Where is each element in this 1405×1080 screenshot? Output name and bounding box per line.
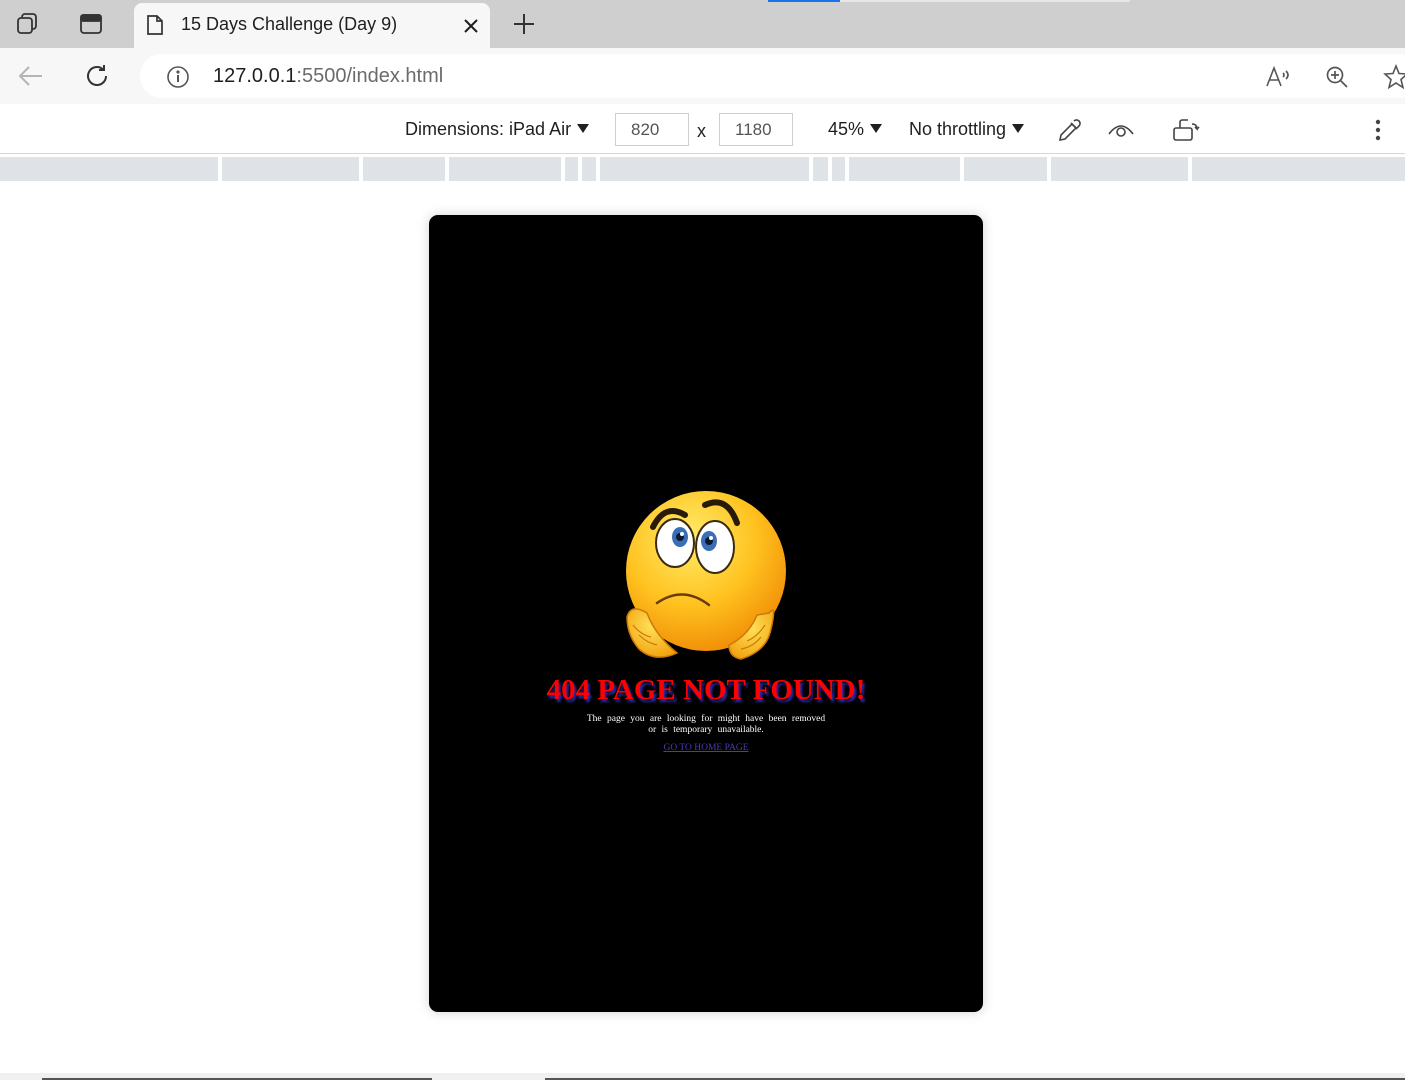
ruler-segment[interactable]	[600, 157, 809, 181]
zoom-label: 45%	[828, 119, 865, 139]
home-page-link[interactable]: GO TO HOME PAGE	[429, 743, 983, 753]
page-icon	[144, 13, 166, 37]
ruler-segment[interactable]	[565, 157, 578, 181]
error-message: The page you are looking for might have …	[566, 714, 846, 736]
url-path: :5500/index.html	[296, 65, 444, 87]
ruler-segment[interactable]	[1192, 157, 1405, 181]
tab-strip: 15 Days Challenge (Day 9)	[0, 0, 1405, 48]
dimensions-dropdown[interactable]: Dimensions: iPad Air	[405, 119, 590, 140]
chevron-down-icon	[870, 124, 883, 133]
ruler-segment[interactable]	[0, 157, 218, 181]
refresh-icon[interactable]	[82, 61, 112, 91]
loading-track	[840, 0, 1130, 2]
tab-title: 15 Days Challenge (Day 9)	[181, 14, 398, 34]
ruler-segment[interactable]	[832, 157, 845, 181]
ruler-segment[interactable]	[222, 157, 359, 181]
throttling-dropdown[interactable]: No throttling	[909, 119, 1025, 140]
ruler-segment[interactable]	[582, 157, 596, 181]
chevron-down-icon	[577, 124, 590, 133]
zoom-dropdown[interactable]: 45%	[828, 119, 883, 140]
star-icon[interactable]	[1383, 64, 1405, 90]
ruler-segment[interactable]	[964, 157, 1047, 181]
dimensions-label: Dimensions: iPad Air	[405, 119, 572, 139]
ruler-segment[interactable]	[849, 157, 960, 181]
address-bar[interactable]: 127.0.0.1:5500/index.html	[140, 54, 1405, 98]
active-tab[interactable]: 15 Days Challenge (Day 9)	[134, 3, 490, 48]
throttling-label: No throttling	[909, 119, 1007, 139]
height-input[interactable]: 1180	[719, 113, 793, 146]
workspaces-icon[interactable]	[14, 10, 42, 38]
plus-icon[interactable]	[510, 10, 538, 38]
rotate-device-icon[interactable]	[1172, 117, 1200, 143]
ruler-segment[interactable]	[449, 157, 561, 181]
url-host: 127.0.0.1	[213, 65, 297, 87]
close-icon[interactable]	[460, 15, 482, 37]
ruler-segment[interactable]	[1051, 157, 1188, 181]
chevron-down-icon	[1012, 124, 1025, 133]
ruler-segment[interactable]	[813, 157, 828, 181]
dimension-separator: x	[697, 121, 706, 141]
back-arrow-icon[interactable]	[16, 61, 46, 91]
eyedropper-icon[interactable]	[1056, 117, 1084, 143]
read-aloud-icon[interactable]	[1265, 64, 1291, 90]
loading-indicator	[768, 0, 840, 2]
media-query-ruler	[0, 157, 1405, 181]
tab-actions-icon[interactable]	[77, 10, 105, 38]
eye-icon[interactable]	[1107, 117, 1135, 143]
device-viewport: 404 PAGE NOT FOUND! The page you are loo…	[429, 215, 983, 1012]
navigation-bar: 127.0.0.1:5500/index.html	[0, 48, 1405, 104]
ruler-segment[interactable]	[363, 157, 445, 181]
error-headline: 404 PAGE NOT FOUND!	[546, 674, 866, 706]
more-vertical-icon[interactable]	[1364, 117, 1392, 143]
error-message-line: or is temporary unavailable.	[648, 725, 764, 735]
horizontal-scrollbar[interactable]	[0, 1073, 1405, 1080]
url-text[interactable]: 127.0.0.1:5500/index.html	[213, 65, 443, 88]
worried-face-emoji	[625, 485, 787, 665]
zoom-in-icon[interactable]	[1324, 64, 1350, 90]
width-input[interactable]: 820	[615, 113, 689, 146]
error-message-line: The page you are looking for might have …	[586, 714, 826, 724]
emulation-area: 404 PAGE NOT FOUND! The page you are loo…	[0, 181, 1405, 1073]
device-toolbar: Dimensions: iPad Air 820 x 1180 45% No t…	[0, 104, 1405, 154]
info-icon[interactable]	[166, 65, 190, 89]
